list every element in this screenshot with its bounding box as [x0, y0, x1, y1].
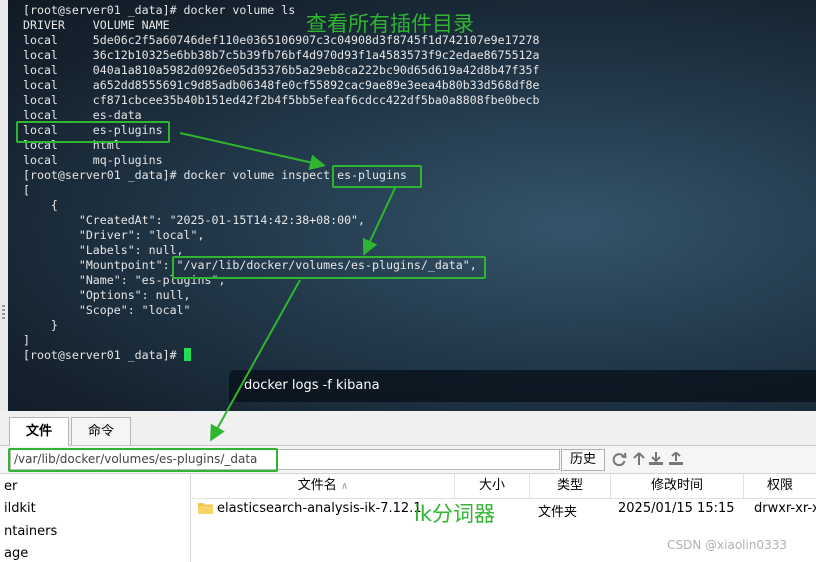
column-header-name-label: 文件名 — [297, 478, 337, 493]
command-popup[interactable]: docker logs -f kibana — [229, 370, 816, 402]
highlight-path — [8, 448, 278, 472]
tree-item[interactable]: er — [4, 479, 17, 494]
terminal-line: local 040a1a810a5982d0926e05d35376b5a29e… — [23, 63, 540, 77]
command-popup-text: docker logs -f kibana — [244, 378, 380, 393]
file-permissions: drwxr-xr-x — [754, 501, 816, 516]
history-button[interactable]: 历史 — [561, 449, 605, 471]
file-name: elasticsearch-analysis-ik-7.12.1 — [217, 501, 422, 516]
column-header-modified[interactable]: 修改时间 — [611, 474, 744, 499]
watermark: CSDN @xiaolin0333 — [667, 538, 787, 552]
terminal-line: [ — [23, 183, 30, 197]
terminal-line: "Scope": "local" — [23, 303, 191, 317]
column-header-permissions[interactable]: 权限 — [744, 474, 816, 499]
download-icon[interactable] — [648, 452, 664, 466]
terminal-line: { — [23, 198, 58, 212]
up-arrow-icon[interactable] — [631, 452, 647, 466]
tree-item[interactable]: age — [4, 546, 28, 561]
tree-item[interactable]: ntainers — [4, 524, 57, 539]
refresh-icon[interactable] — [611, 452, 627, 466]
terminal-line: } — [23, 318, 58, 332]
highlight-mountpoint — [172, 256, 486, 279]
tab-files[interactable]: 文件 — [9, 417, 69, 446]
terminal-prompt: [root@server01 _data]# — [23, 348, 184, 362]
terminal-line: [root@server01 _data]# docker volume ls — [23, 3, 296, 17]
tab-commands[interactable]: 命令 — [71, 417, 131, 445]
column-header-name[interactable]: 文件名 ∧ — [192, 474, 455, 499]
highlight-es-plugins-row — [16, 121, 170, 143]
bottom-tab-bar: 文件 命令 — [0, 411, 816, 446]
terminal-line: ] — [23, 333, 30, 347]
terminal-line: "Driver": "local", — [23, 228, 205, 242]
terminal-left-gutter — [0, 0, 8, 411]
terminal-line: "Options": null, — [23, 288, 191, 302]
terminal-line: local 36c12b10325e6bb38b7c5b39fb76bf4d97… — [23, 48, 540, 62]
resize-handle-icon[interactable] — [2, 305, 5, 319]
terminal-cursor — [184, 348, 191, 361]
column-header-type[interactable]: 类型 — [530, 474, 611, 499]
file-modified: 2025/01/15 15:15 — [618, 501, 735, 516]
highlight-inspect-arg — [332, 165, 422, 188]
column-header-size[interactable]: 大小 — [455, 474, 530, 499]
terminal-line: "Labels": null, — [23, 243, 184, 257]
file-type: 文件夹 — [538, 505, 578, 520]
terminal-line: "CreatedAt": "2025-01-15T14:42:38+08:00"… — [23, 213, 366, 227]
folder-icon — [198, 503, 213, 514]
terminal-line: local cf871cbcee35b40b151ed42f2b4f5bb5ef… — [23, 93, 540, 107]
path-bar: /var/lib/docker/volumes/es-plugins/_data… — [0, 446, 816, 474]
terminal-line: local a652dd8555691c9d85adb06348fe0cf558… — [23, 78, 540, 92]
terminal-line: local mq-plugins — [23, 153, 163, 167]
terminal-line: DRIVER VOLUME NAME — [23, 18, 170, 32]
terminal-panel[interactable]: [root@server01 _data]# docker volume ls … — [0, 0, 816, 411]
upload-icon[interactable] — [668, 452, 684, 466]
directory-tree[interactable]: er ildkit ntainers age — [0, 474, 191, 562]
tree-item[interactable]: ildkit — [4, 501, 36, 516]
sort-chevron-up-icon: ∧ — [340, 481, 349, 492]
annotation-ik-analyzer: ik分词器 — [414, 502, 495, 526]
annotation-list-plugins: 查看所有插件目录 — [306, 12, 474, 36]
